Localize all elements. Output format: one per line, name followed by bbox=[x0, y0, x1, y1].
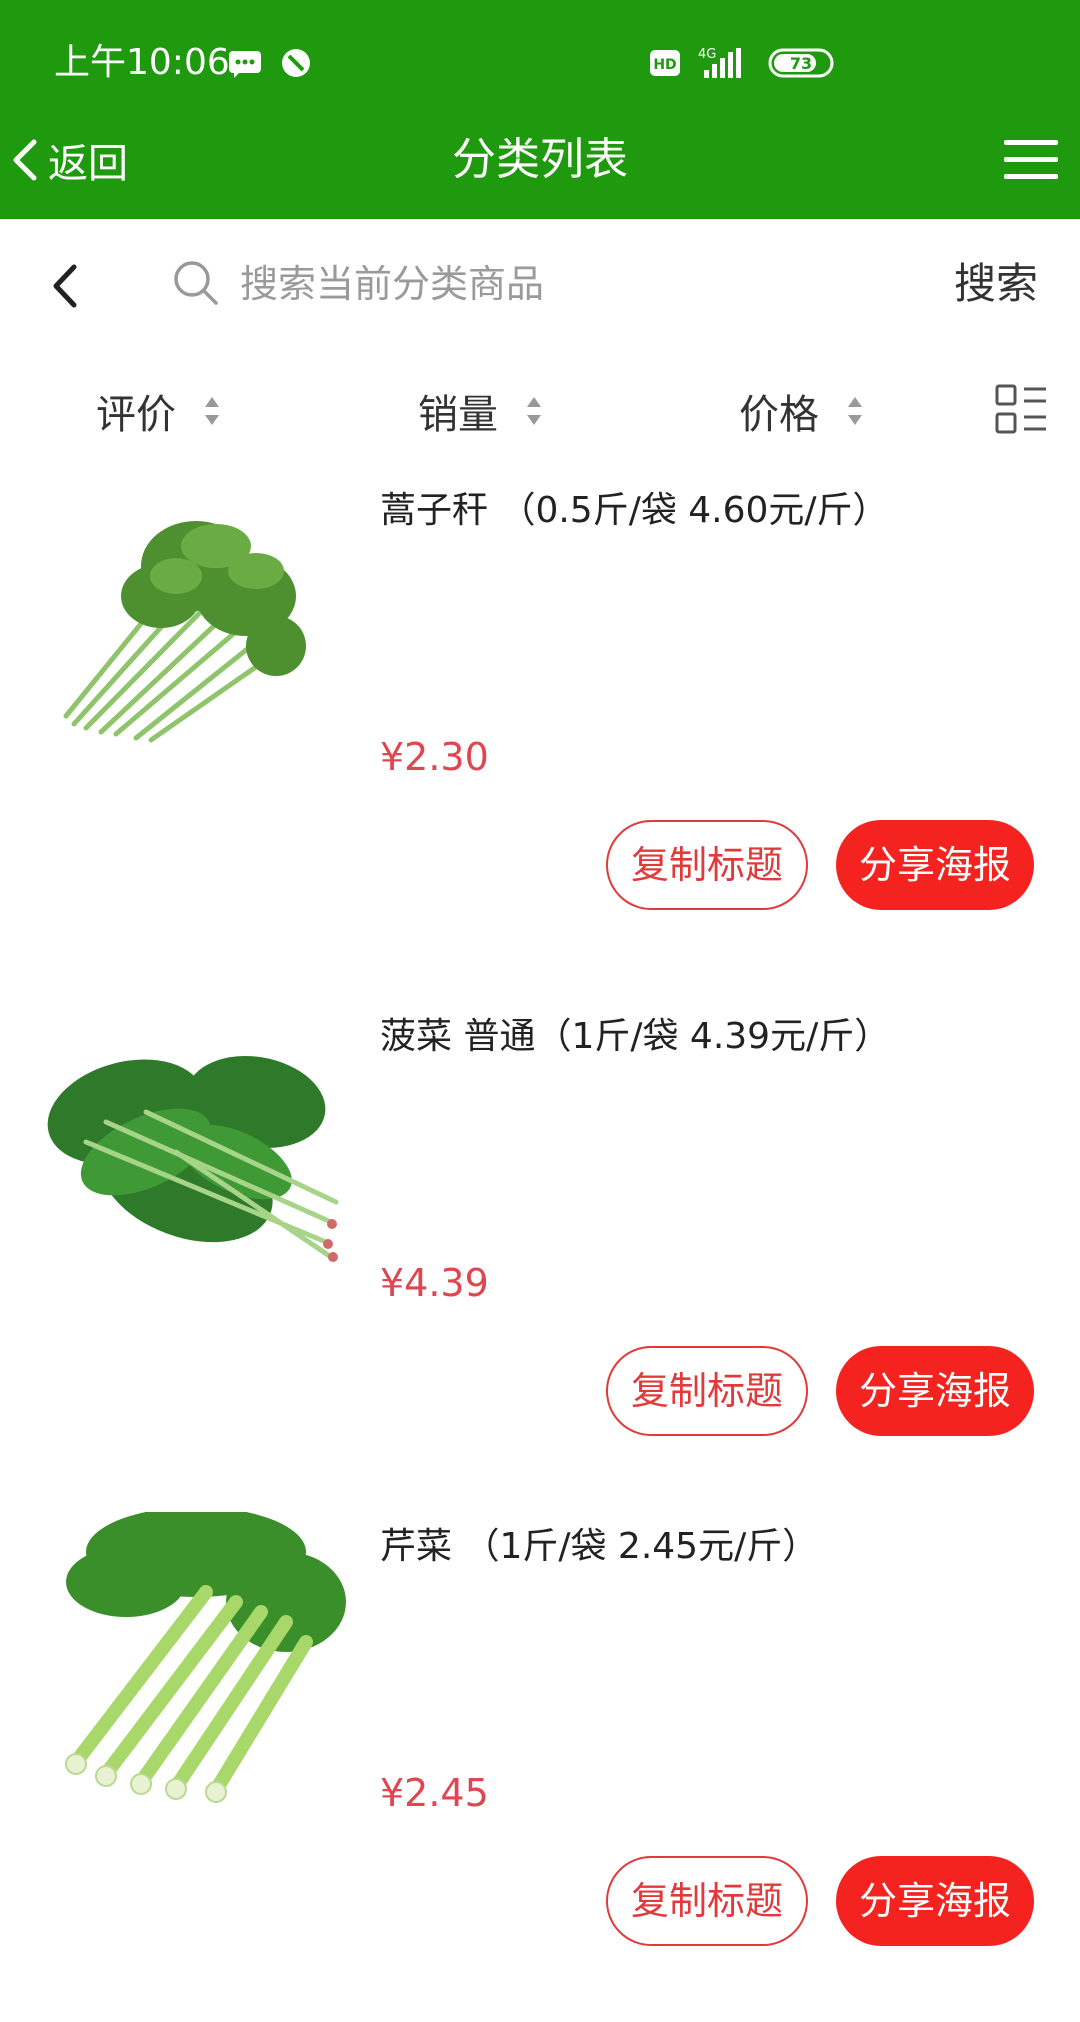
search-back-icon[interactable] bbox=[44, 261, 88, 311]
grid-list-toggle-icon[interactable] bbox=[994, 383, 1048, 437]
status-time: 上午10:06 bbox=[54, 42, 230, 83]
search-button[interactable]: 搜索 bbox=[954, 255, 1038, 313]
status-right-icons: HD 4G 73 bbox=[650, 47, 834, 78]
nav-bar: 返回 分类列表 bbox=[0, 110, 1080, 210]
app-header: 上午10:06 HD 4G 73 返回 分类列表 bbox=[0, 0, 1080, 219]
hd-text: HD bbox=[653, 57, 676, 73]
sort-by-sales[interactable]: 销量 bbox=[418, 385, 544, 438]
network-type: 4G bbox=[698, 47, 716, 62]
share-poster-button[interactable]: 分享海报 bbox=[836, 1856, 1034, 1946]
sort-arrows-icon bbox=[527, 397, 541, 425]
sort-bar: 评价 销量 价格 bbox=[0, 349, 1080, 469]
sort-by-price[interactable]: 价格 bbox=[739, 385, 865, 438]
do-not-disturb-icon bbox=[282, 49, 310, 77]
copy-title-button[interactable]: 复制标题 bbox=[606, 1856, 808, 1946]
hd-icon: HD bbox=[650, 50, 680, 76]
product-price: ¥4.39 bbox=[380, 1261, 489, 1305]
product-item[interactable]: 蒿子秆 （0.5斤/袋 4.60元/斤） ¥2.30 复制标题 分享海报 bbox=[0, 476, 1080, 986]
copy-title-button[interactable]: 复制标题 bbox=[606, 820, 808, 910]
battery-level: 73 bbox=[790, 54, 812, 73]
product-image-celery[interactable] bbox=[46, 1512, 346, 1812]
battery-icon: 73 bbox=[768, 48, 834, 78]
signal-icon: 4G bbox=[698, 47, 741, 78]
search-bar: 搜索 bbox=[0, 219, 1080, 349]
product-item[interactable]: 菠菜 普通（1斤/袋 4.39元/斤） ¥4.39 复制标题 分享海报 bbox=[0, 1002, 1080, 1512]
page-title: 分类列表 bbox=[452, 134, 628, 185]
product-price: ¥2.30 bbox=[380, 735, 489, 779]
product-title[interactable]: 蒿子秆 （0.5斤/袋 4.60元/斤） bbox=[380, 486, 1040, 536]
status-bar: 上午10:06 HD 4G 73 bbox=[0, 0, 1080, 126]
sort-by-rating[interactable]: 评价 bbox=[96, 385, 222, 438]
share-poster-button[interactable]: 分享海报 bbox=[836, 820, 1034, 910]
menu-icon[interactable] bbox=[1004, 136, 1058, 184]
sort-arrows-icon bbox=[848, 397, 862, 425]
search-input[interactable] bbox=[240, 253, 900, 315]
sort-label: 销量 bbox=[418, 392, 498, 438]
product-price: ¥2.45 bbox=[380, 1771, 489, 1815]
product-title[interactable]: 芹菜 （1斤/袋 2.45元/斤） bbox=[380, 1522, 1040, 1572]
product-image-spinach[interactable] bbox=[46, 1002, 346, 1302]
product-item[interactable]: 芹菜 （1斤/袋 2.45元/斤） ¥2.45 复制标题 分享海报 bbox=[0, 1512, 1080, 2022]
sort-arrows-icon bbox=[205, 397, 219, 425]
product-image-crown-daisy[interactable] bbox=[46, 476, 346, 776]
sort-label: 评价 bbox=[96, 392, 176, 438]
search-icon bbox=[174, 261, 218, 305]
share-poster-button[interactable]: 分享海报 bbox=[836, 1346, 1034, 1436]
message-icon bbox=[229, 51, 261, 78]
product-title[interactable]: 菠菜 普通（1斤/袋 4.39元/斤） bbox=[380, 1012, 1040, 1062]
copy-title-button[interactable]: 复制标题 bbox=[606, 1346, 808, 1436]
sort-label: 价格 bbox=[739, 392, 819, 438]
